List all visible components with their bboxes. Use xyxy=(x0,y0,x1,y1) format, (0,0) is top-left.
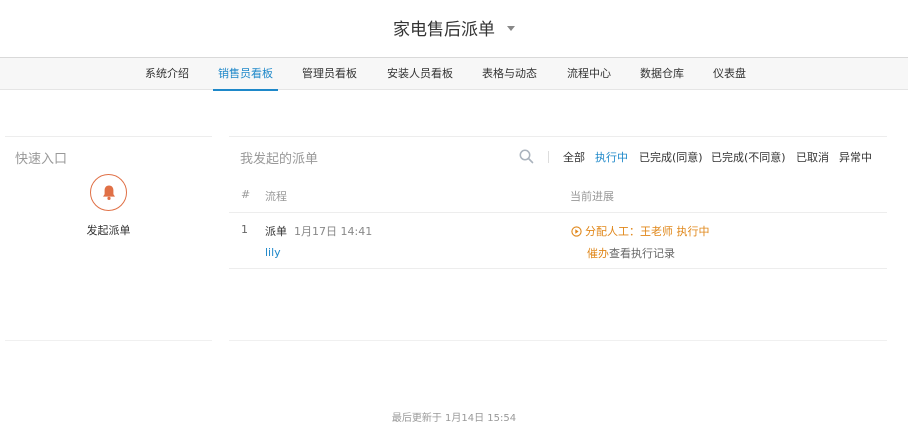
last-updated: 最后更新于 1月14日 15:54 xyxy=(391,413,517,424)
search-icon[interactable] xyxy=(519,149,534,164)
app-title: 家电售后派单 xyxy=(393,20,495,40)
filter-cancelled[interactable]: 已取消 xyxy=(796,149,829,165)
filter-completed-agreed[interactable]: 已完成(同意) xyxy=(639,149,703,165)
tab-flow-center[interactable]: 流程中心 xyxy=(567,58,611,90)
bell-icon xyxy=(103,185,115,200)
quick-entry-panel: 快速入口 发起派单 xyxy=(5,136,212,341)
header-divider xyxy=(229,212,887,213)
my-dispatch-panel: 我发起的派单 全部 执行中 已完成(同意) 已完成(不同意) 已取消 异常中 #… xyxy=(229,136,887,341)
filter-in-progress[interactable]: 执行中 xyxy=(595,149,628,165)
row-user[interactable]: lily xyxy=(265,246,281,259)
row-flow-name[interactable]: 派单 xyxy=(265,223,287,239)
row-index: 1 xyxy=(241,223,248,236)
column-header-index: # xyxy=(241,188,251,201)
row-time: 1月17日 14:41 xyxy=(294,225,373,238)
view-history-link[interactable]: 查看执行记录 xyxy=(609,247,675,260)
quick-entry-title: 快速入口 xyxy=(15,152,68,167)
tab-data-warehouse[interactable]: 数据仓库 xyxy=(640,58,684,90)
tab-system-intro[interactable]: 系统介绍 xyxy=(145,58,189,90)
filter-abnormal[interactable]: 异常中 xyxy=(839,149,872,165)
panel-title: 我发起的派单 xyxy=(240,152,319,167)
tab-installer-board[interactable]: 安装人员看板 xyxy=(387,58,453,90)
chevron-down-icon xyxy=(507,25,515,31)
column-header-progress: 当前进展 xyxy=(570,190,614,203)
filter-all[interactable]: 全部 xyxy=(563,149,585,165)
start-dispatch-button[interactable] xyxy=(90,174,127,211)
row-progress-text: 分配人工：王老师 执行中 xyxy=(585,225,710,238)
row-progress-status: 分配人工：王老师 执行中 xyxy=(571,223,710,239)
row-divider xyxy=(229,268,887,269)
column-header-flow: 流程 xyxy=(265,190,287,203)
filter-divider xyxy=(548,151,549,163)
row-actions: 催办查看执行记录 xyxy=(587,245,675,261)
urge-link[interactable]: 催办 xyxy=(587,247,609,260)
start-dispatch-label[interactable]: 发起派单 xyxy=(5,222,212,238)
app-title-dropdown[interactable]: 家电售后派单 xyxy=(0,15,908,40)
tab-admin-board[interactable]: 管理员看板 xyxy=(302,58,357,90)
play-circle-icon xyxy=(571,225,582,237)
filter-completed-disagreed[interactable]: 已完成(不同意) xyxy=(711,149,786,165)
app-header: 家电售后派单 xyxy=(0,0,908,57)
tab-dashboard[interactable]: 仪表盘 xyxy=(713,58,746,90)
top-nav: 系统介绍 销售员看板 管理员看板 安装人员看板 表格与动态 流程中心 数据仓库 … xyxy=(0,57,908,91)
tab-sales-board[interactable]: 销售员看板 xyxy=(213,58,278,91)
tab-tables-activity[interactable]: 表格与动态 xyxy=(482,58,537,90)
